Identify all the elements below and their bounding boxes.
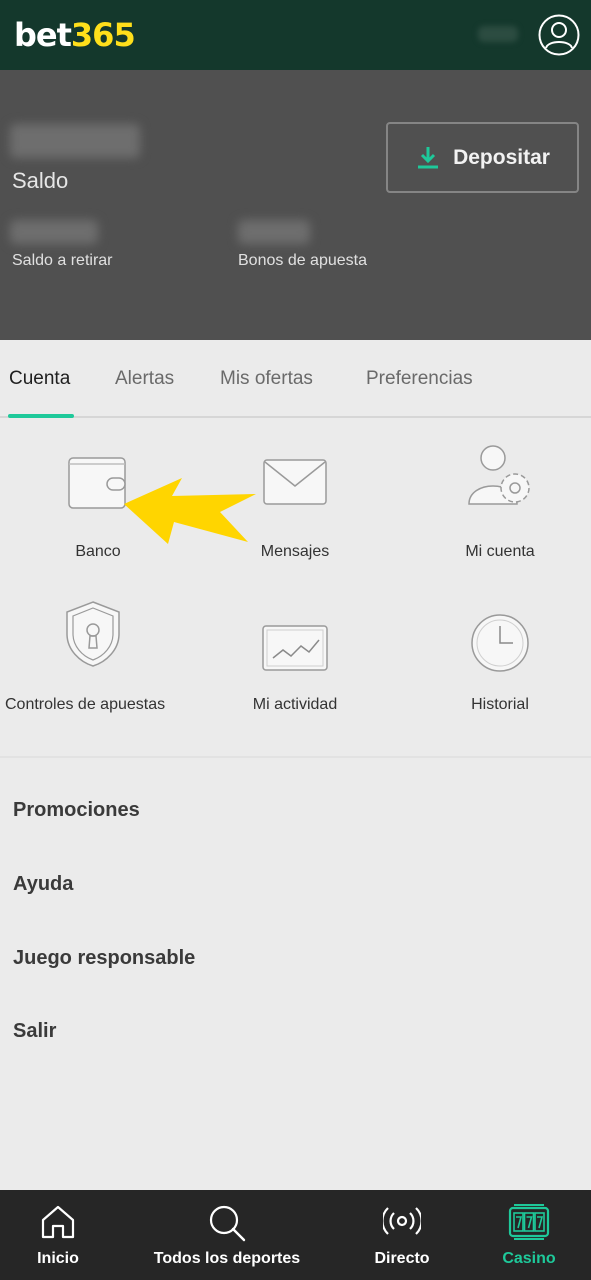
account-tabs: Cuenta Alertas Mis ofertas Preferencias <box>0 340 591 418</box>
logo-bet: bet <box>14 16 72 54</box>
active-tab-indicator <box>8 414 74 418</box>
bet365-logo[interactable]: bet365 <box>14 16 136 54</box>
bottom-navigation: Inicio Todos los deportes Directo Casino <box>0 1190 591 1280</box>
deposit-button[interactable]: Depositar <box>386 122 579 193</box>
nav-casino[interactable]: Casino <box>488 1190 570 1280</box>
menu-promociones[interactable]: Promociones <box>13 799 140 822</box>
nav-inicio[interactable]: Inicio <box>18 1190 98 1280</box>
tab-cuenta[interactable]: Cuenta <box>9 368 70 390</box>
nav-label-todos-los-deportes: Todos los deportes <box>153 1250 301 1267</box>
search-icon <box>209 1205 246 1242</box>
grid-label-controles-de-apuestas: Controles de apuestas <box>5 696 166 713</box>
yellow-arrow-annotation <box>124 478 256 544</box>
live-broadcast-icon <box>383 1207 421 1235</box>
grid-label-historial: Historial <box>471 696 529 713</box>
nav-label-casino: Casino <box>502 1250 556 1267</box>
saldo-label: Saldo <box>12 168 69 193</box>
grid-item-controles-de-apuestas[interactable]: Controles de apuestas <box>0 600 191 740</box>
tab-mis-ofertas[interactable]: Mis ofertas <box>220 368 313 390</box>
grid-item-mi-actividad[interactable]: Mi actividad <box>197 600 393 740</box>
withdraw-label: Saldo a retirar <box>12 252 113 269</box>
section-divider <box>0 756 591 758</box>
balance-panel: Saldo Saldo a retirar Bonos de apuesta D… <box>0 70 591 340</box>
activity-chart-icon <box>262 625 328 671</box>
menu-salir[interactable]: Salir <box>13 1020 56 1043</box>
nav-directo[interactable]: Directo <box>360 1190 444 1280</box>
tab-alertas[interactable]: Alertas <box>115 368 174 390</box>
withdrawable-amount-blurred <box>10 220 98 244</box>
bonus-label: Bonos de apuesta <box>238 252 367 269</box>
deposit-label: Depositar <box>453 145 550 169</box>
clock-icon <box>471 614 529 672</box>
tab-preferencias[interactable]: Preferencias <box>366 368 473 390</box>
top-bar: bet365 <box>0 0 591 70</box>
nav-todos-los-deportes[interactable]: Todos los deportes <box>142 1190 312 1280</box>
grid-item-mi-cuenta[interactable]: Mi cuenta <box>402 440 591 580</box>
grid-label-mi-actividad: Mi actividad <box>252 696 338 713</box>
envelope-icon <box>263 459 327 505</box>
balance-amount-blurred <box>10 124 140 158</box>
download-icon <box>418 146 439 168</box>
menu-ayuda[interactable]: Ayuda <box>13 873 73 896</box>
nav-label-directo: Directo <box>374 1250 430 1267</box>
grid-item-historial[interactable]: Historial <box>402 600 591 740</box>
shield-lock-icon <box>66 601 120 667</box>
user-gear-icon <box>468 445 530 505</box>
menu-juego-responsable[interactable]: Juego responsable <box>13 947 195 970</box>
home-icon <box>41 1205 75 1239</box>
hidden-balance-blur <box>478 26 518 42</box>
nav-label-inicio: Inicio <box>37 1250 79 1267</box>
grid-label-mi-cuenta: Mi cuenta <box>465 543 535 560</box>
user-circle-icon[interactable] <box>538 14 580 56</box>
slot-machine-icon <box>508 1204 550 1240</box>
logo-365: 365 <box>70 16 136 54</box>
bonus-amount-blurred <box>238 220 310 244</box>
